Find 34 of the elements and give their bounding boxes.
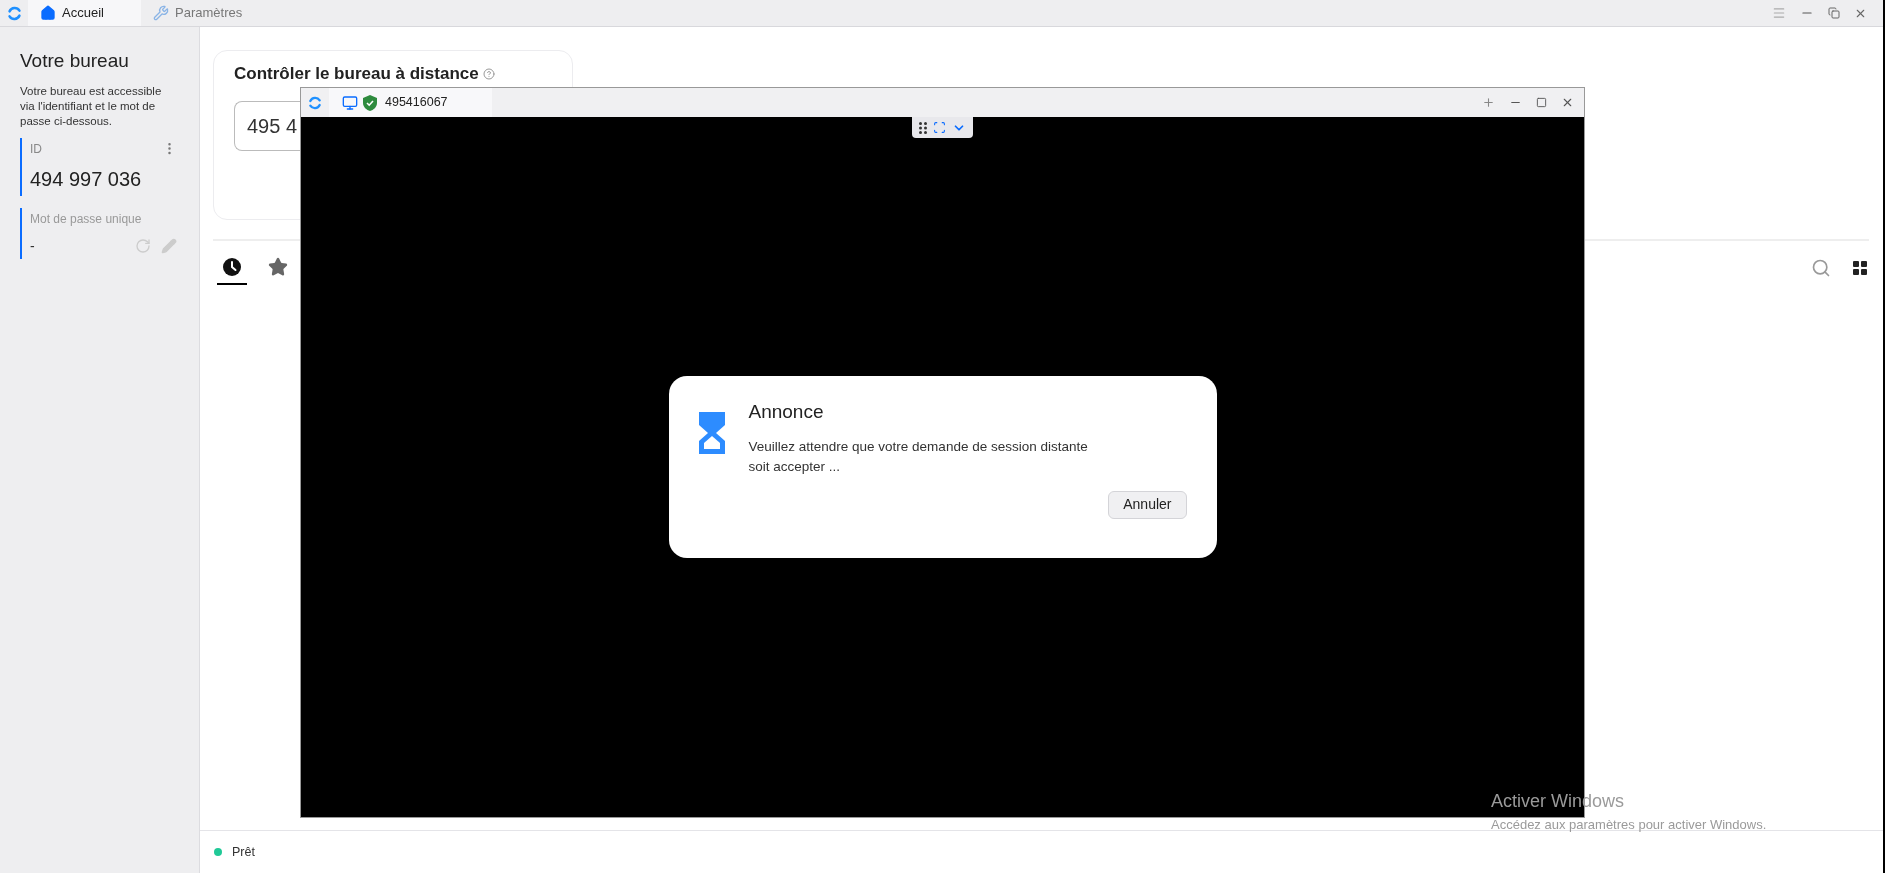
card-title: Contrôler le bureau à distance — [234, 63, 479, 85]
restore-icon[interactable] — [1828, 7, 1840, 19]
app-tab[interactable]: Accueil — [28, 0, 141, 26]
id-label: ID — [30, 140, 42, 158]
wrench-icon — [153, 5, 169, 21]
maximize-icon[interactable] — [1536, 97, 1547, 108]
hourglass-icon — [698, 412, 725, 454]
sidebar-description: Votre bureau est accessible via l'identifiant et le mot de passe ci-dessous. — [20, 83, 163, 129]
remote-tab-title: 495416067 — [385, 94, 448, 112]
home-icon — [40, 5, 56, 21]
password-label: Mot de passe unique — [30, 210, 143, 228]
remote-tab[interactable]: 495416067 — [329, 88, 492, 117]
dialog-title: Annonce — [748, 400, 825, 424]
password-value: - — [30, 236, 35, 256]
status-text: Prêt — [232, 843, 255, 861]
monitor-icon — [342, 94, 358, 111]
drag-handle-icon[interactable] — [919, 121, 927, 134]
help-icon[interactable] — [482, 67, 495, 80]
sidebar-title: Votre bureau — [20, 49, 130, 73]
activation-subtitle: Accédez aux paramètres pour activer Windows. — [1491, 816, 1767, 834]
shield-check-icon — [363, 94, 377, 111]
close-icon[interactable] — [1561, 96, 1574, 109]
cancel-button[interactable]: Annuler — [1108, 490, 1187, 519]
search-icon[interactable] — [1811, 258, 1831, 278]
add-tab-icon[interactable] — [1482, 96, 1495, 109]
star-icon — [268, 257, 288, 277]
app-tab[interactable]: Paramètres — [141, 0, 261, 26]
clock-icon — [222, 257, 242, 277]
id-value: 494 997 036 — [30, 166, 143, 192]
logo-icon — [307, 94, 323, 111]
fullscreen-icon[interactable] — [933, 121, 946, 134]
dialog-message: Veuillez attendre que votre demande de session distante soit accepter ... — [748, 437, 1089, 476]
grid-icon[interactable] — [1853, 261, 1867, 275]
logo-icon — [5, 4, 23, 22]
